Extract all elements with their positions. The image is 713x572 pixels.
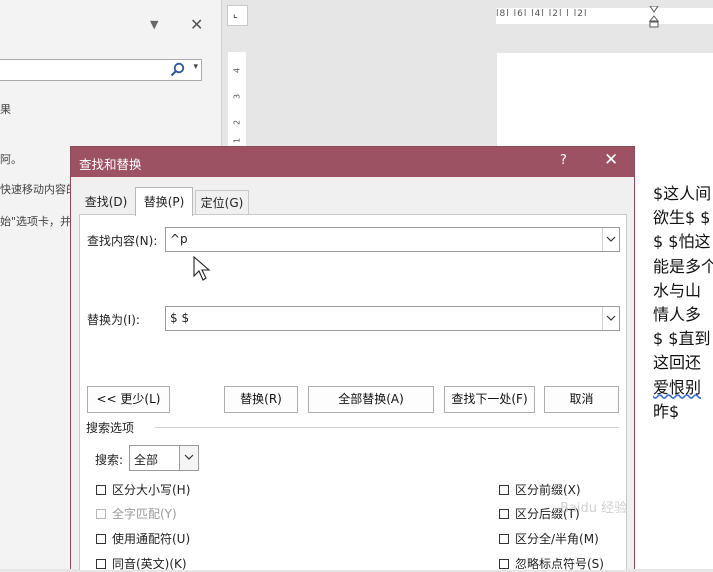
find-what-input[interactable]: ^p xyxy=(165,227,620,252)
search-options-heading: 搜索选项 xyxy=(86,421,135,435)
ruler-tick: 4 xyxy=(232,67,242,74)
doc-line: 情人多 xyxy=(653,305,702,325)
doc-line: $ $直到 xyxy=(653,329,711,349)
find-what-value: ^p xyxy=(170,232,188,246)
divider xyxy=(155,427,619,428)
match-prefix-checkbox[interactable]: 区分前缀(X) xyxy=(499,481,581,498)
tab-goto[interactable]: 定位(G) xyxy=(195,190,249,215)
horizontal-ruler: l8l l6l l4l l2l l l2l xyxy=(496,6,713,28)
left-tab-icon: ⌞ xyxy=(233,9,238,20)
match-width-checkbox[interactable]: 区分全/半角(M) xyxy=(499,530,599,547)
watermark: Baidu 经验 xyxy=(560,501,628,516)
doc-line: $这人间 xyxy=(653,184,712,203)
search-direction-label: 搜索: xyxy=(95,453,124,467)
replace-button[interactable]: 替换(R) xyxy=(224,386,298,413)
replace-with-value: $ $ xyxy=(170,311,190,325)
search-direction-select[interactable]: 全部 xyxy=(129,445,199,471)
chevron-down-icon[interactable] xyxy=(602,228,619,251)
cancel-button[interactable]: 取消 xyxy=(544,386,619,413)
checkbox-box[interactable] xyxy=(499,558,509,569)
replace-all-button[interactable]: 全部替换(A) xyxy=(308,386,434,413)
checkbox-box[interactable] xyxy=(96,508,106,519)
doc-line: $ $怕这 xyxy=(653,232,711,252)
checkbox-label: 全字匹配(Y) xyxy=(112,507,177,521)
less-button[interactable]: << 更少(L) xyxy=(87,386,170,413)
doc-line: 这回还 xyxy=(653,353,702,373)
chevron-down-icon[interactable] xyxy=(602,307,619,330)
checkbox-label: 区分大小写(H) xyxy=(112,483,191,497)
doc-line: 昨$ xyxy=(653,401,680,421)
indent-marker-icon[interactable] xyxy=(649,6,659,28)
doc-line: 水与山 xyxy=(653,280,702,300)
wildcards-checkbox[interactable]: 使用通配符(U) xyxy=(96,530,190,547)
nav-result-text: 果 xyxy=(0,103,11,116)
checkbox-box[interactable] xyxy=(96,533,106,544)
close-icon[interactable]: ✕ xyxy=(190,15,203,34)
nav-result-text: 始"选项卡，并 xyxy=(0,215,72,228)
search-options-icon[interactable]: ▾ xyxy=(193,62,198,72)
checkbox-box[interactable] xyxy=(96,558,106,569)
chevron-down-icon[interactable] xyxy=(179,446,198,470)
checkbox-box[interactable] xyxy=(499,508,509,519)
tab-find[interactable]: 查找(D) xyxy=(81,190,131,214)
close-icon[interactable]: ✕ xyxy=(604,150,618,170)
nav-result-text: 阿。 xyxy=(0,153,22,166)
doc-line: 欲生$ $ xyxy=(653,208,711,228)
dialog-title: 查找和替换 xyxy=(79,157,142,172)
sounds-like-checkbox[interactable]: 同音(英文)(K) xyxy=(96,555,187,572)
checkbox-box[interactable] xyxy=(96,484,106,495)
replace-with-input[interactable]: $ $ xyxy=(165,306,620,331)
find-next-button[interactable]: 查找下一处(F) xyxy=(444,386,535,413)
tab-replace[interactable]: 替换(P) xyxy=(135,187,193,216)
nav-result-text: 快速移动内容的 xyxy=(0,183,77,196)
vertical-ruler-area: 4 3 2 1 xyxy=(228,52,246,152)
find-replace-dialog: 查找和替换 ? ✕ 查找(D) 替换(P) 定位(G) 查找内容(N): ^p … xyxy=(70,146,635,572)
search-direction-value: 全部 xyxy=(134,453,159,467)
checkbox-label: 同音(英文)(K) xyxy=(112,557,187,571)
ruler-tick: 3 xyxy=(232,93,242,100)
checkbox-label: 忽略标点符号(S) xyxy=(515,557,604,571)
ignore-punctuation-checkbox[interactable]: 忽略标点符号(S) xyxy=(499,555,604,572)
checkbox-box[interactable] xyxy=(499,533,509,544)
match-case-checkbox[interactable]: 区分大小写(H) xyxy=(96,481,190,498)
doc-line: 爱恨别 xyxy=(653,377,702,397)
whole-word-checkbox[interactable]: 全字匹配(Y) xyxy=(96,505,177,522)
chevron-down-icon[interactable]: ▼ xyxy=(150,18,158,31)
document-text[interactable]: $这人间 欲生$ $ $ $怕这 能是多个 水与山 情人多 $ $直到 这回还 … xyxy=(653,182,713,424)
search-icon[interactable] xyxy=(170,62,185,77)
ruler-tick: 2 xyxy=(232,119,242,126)
checkbox-label: 使用通配符(U) xyxy=(112,532,191,546)
checkbox-label: 区分前缀(X) xyxy=(515,483,581,497)
navigation-search-input[interactable]: ▾ xyxy=(0,59,202,81)
vertical-ruler: 4 3 2 1 xyxy=(228,52,246,152)
dialog-titlebar[interactable]: 查找和替换 ? ✕ xyxy=(71,147,634,177)
tab-selector[interactable]: ⌞ xyxy=(227,5,248,26)
checkbox-box[interactable] xyxy=(499,484,509,495)
mouse-cursor-icon xyxy=(193,256,211,281)
help-button[interactable]: ? xyxy=(560,153,567,168)
checkbox-label: 区分全/半角(M) xyxy=(515,532,599,546)
find-what-label: 查找内容(N): xyxy=(87,234,158,248)
doc-line: 能是多个 xyxy=(653,256,713,276)
replace-with-label: 替换为(I): xyxy=(87,313,140,327)
ruler-ticks: l8l l6l l4l l2l l l2l xyxy=(496,9,588,19)
